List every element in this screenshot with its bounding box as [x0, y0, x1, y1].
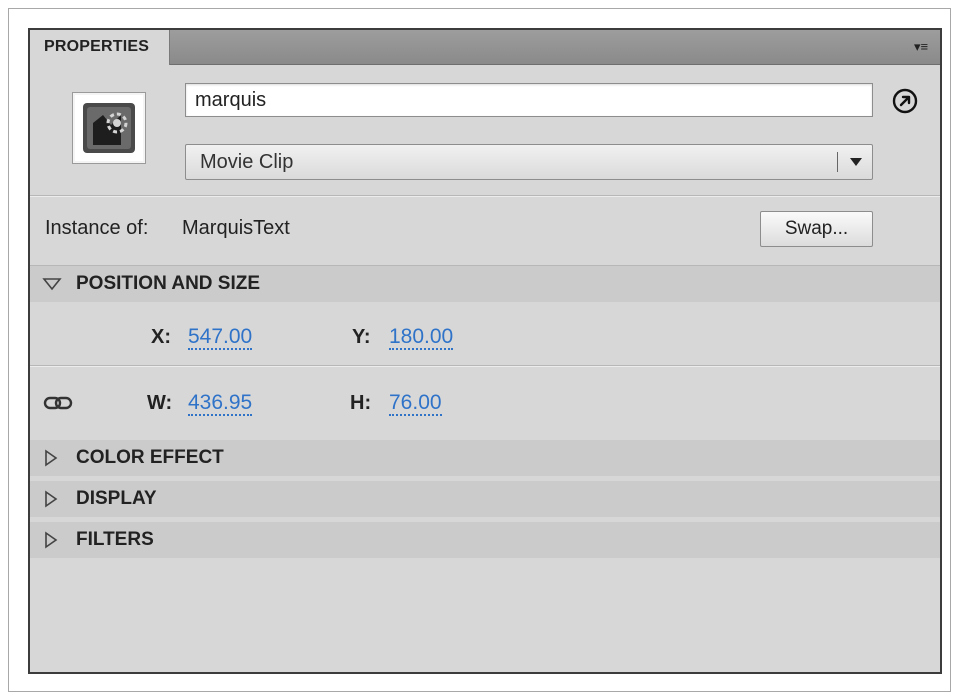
section-display[interactable]: DISPLAY	[30, 481, 940, 517]
instance-of-value: MarquisText	[182, 217, 290, 239]
panel-tab-strip: PROPERTIES ▾≡	[30, 30, 940, 65]
x-value[interactable]: 547.00	[188, 326, 253, 350]
chevron-down-icon	[850, 158, 862, 166]
section-color-effect[interactable]: COLOR EFFECT	[30, 440, 940, 476]
tab-properties[interactable]: PROPERTIES	[30, 30, 170, 65]
instance-name-input[interactable]: marquis	[185, 83, 873, 117]
divider	[30, 195, 940, 197]
go-to-source-icon[interactable]	[892, 88, 918, 114]
symbol-type-value: Movie Clip	[200, 151, 294, 173]
movie-clip-symbol-icon	[72, 92, 146, 164]
y-value[interactable]: 180.00	[389, 326, 454, 350]
section-title: FILTERS	[76, 529, 154, 550]
link-icon[interactable]	[43, 396, 73, 410]
triangle-down-icon	[42, 278, 62, 291]
divider	[30, 365, 940, 367]
w-value[interactable]: 436.95	[188, 392, 253, 416]
section-title: COLOR EFFECT	[76, 447, 224, 468]
section-position-and-size[interactable]: POSITION AND SIZE	[30, 266, 940, 302]
w-label: W:	[147, 392, 173, 414]
symbol-type-select[interactable]: Movie Clip	[185, 144, 873, 180]
triangle-right-icon	[45, 531, 58, 549]
triangle-right-icon	[45, 490, 58, 508]
panel-menu-icon[interactable]: ▾≡	[908, 38, 934, 56]
h-value[interactable]: 76.00	[389, 392, 442, 416]
section-filters[interactable]: FILTERS	[30, 522, 940, 558]
select-divider	[837, 152, 838, 172]
y-label: Y:	[352, 326, 371, 348]
triangle-right-icon	[45, 449, 58, 467]
properties-panel: PROPERTIES ▾≡ marquis Movie Clip Instanc…	[28, 28, 942, 674]
instance-of-label: Instance of:	[45, 217, 149, 239]
swap-button[interactable]: Swap...	[760, 211, 873, 247]
section-title: POSITION AND SIZE	[76, 273, 261, 294]
h-label: H:	[350, 392, 372, 414]
section-title: DISPLAY	[76, 488, 157, 509]
x-label: X:	[151, 326, 171, 348]
